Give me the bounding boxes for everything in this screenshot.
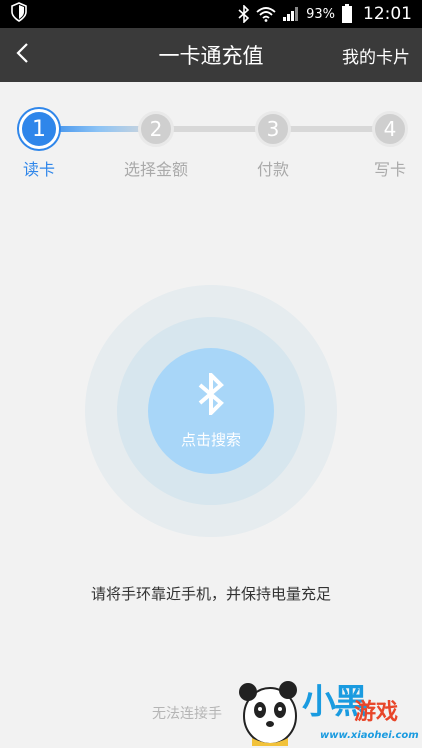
bluetooth-icon <box>197 369 225 419</box>
search-label: 点击搜索 <box>180 430 241 449</box>
back-button[interactable] <box>0 28 44 82</box>
stepper: 1 2 3 4 读卡 选择金额 付款 写卡 <box>0 100 422 190</box>
watermark-logo: 小黑 游戏 www.xiaohei.com <box>232 672 422 748</box>
title-bar: 一卡通充值 我的卡片 <box>0 28 422 82</box>
bluetooth-status-icon <box>238 5 250 23</box>
signal-icon <box>282 6 300 22</box>
hint-text: 请将手环靠近手机，并保持电量充足 <box>90 585 331 603</box>
step-2-label: 选择金额 <box>123 160 188 179</box>
step-4-circle: 4 <box>372 111 408 147</box>
watermark-url: www.xiaohei.com <box>320 730 419 741</box>
step-2-circle: 2 <box>138 111 174 147</box>
my-cards-button[interactable]: 我的卡片 <box>342 43 410 68</box>
status-left <box>10 2 28 26</box>
shield-icon <box>10 2 28 26</box>
step-4-label: 写卡 <box>373 160 406 179</box>
step-1-circle: 1 <box>19 109 59 149</box>
battery-icon <box>341 4 353 24</box>
panda-icon <box>239 681 297 746</box>
status-bar: 93% 12:01 <box>0 0 422 28</box>
battery-percent: 93% <box>306 6 335 22</box>
cannot-connect-link[interactable]: 无法连接手 <box>152 703 222 723</box>
wifi-icon <box>256 6 276 22</box>
step-3-label: 付款 <box>256 160 289 179</box>
search-button[interactable]: 点击搜索 <box>148 348 274 474</box>
status-time: 12:01 <box>363 4 412 24</box>
step-1-label: 读卡 <box>22 160 55 179</box>
step-3-circle: 3 <box>255 111 291 147</box>
status-right: 93% 12:01 <box>238 4 412 24</box>
chevron-left-icon <box>15 42 29 68</box>
watermark-text-2: 游戏 <box>354 700 399 725</box>
